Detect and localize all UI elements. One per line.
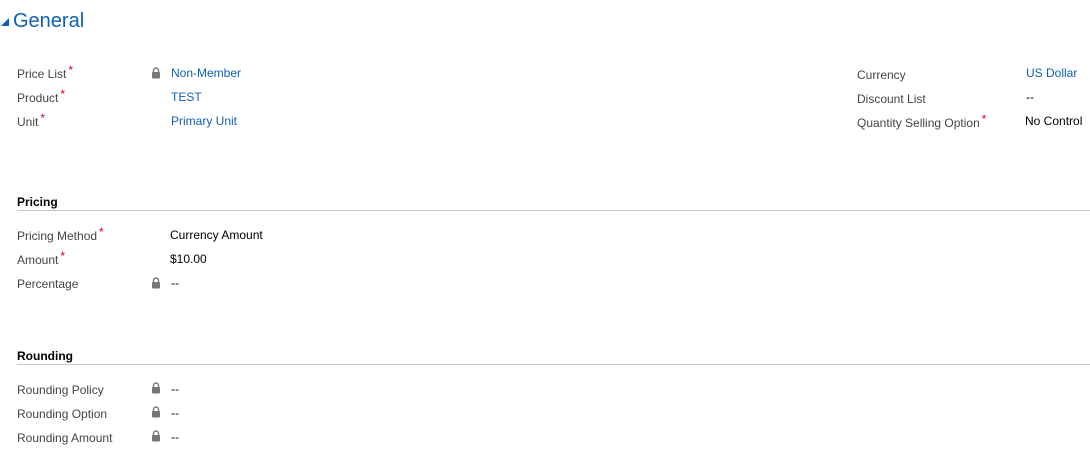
pricing-section-heading: Pricing	[17, 195, 58, 209]
rounding-amount-label: Rounding Amount	[17, 431, 113, 445]
required-indicator: *	[68, 63, 74, 77]
required-indicator: *	[40, 111, 46, 125]
required-indicator: *	[99, 225, 104, 239]
required-indicator: *	[981, 112, 987, 126]
currency-label: Currency	[857, 68, 906, 82]
currency-value-link[interactable]: US Dollar	[1026, 66, 1077, 80]
quantity-selling-option-label: Quantity Selling Option *	[857, 112, 987, 130]
price-list-value-link[interactable]: Non-Member	[171, 66, 241, 80]
collapse-caret-icon	[1, 17, 9, 26]
quantity-selling-option-value[interactable]: No Control	[1025, 114, 1082, 128]
pricing-method-value[interactable]: Currency Amount	[170, 228, 263, 242]
product-label: Product *	[17, 87, 66, 105]
percentage-label: Percentage	[17, 277, 79, 291]
general-section-toggle[interactable]: General	[1, 10, 84, 33]
rounding-divider	[17, 364, 1090, 365]
rounding-policy-value: --	[171, 382, 179, 396]
pricing-divider	[17, 210, 1090, 211]
rounding-option-value: --	[171, 406, 179, 420]
unit-value-link[interactable]: Primary Unit	[171, 114, 237, 128]
required-indicator: *	[60, 87, 66, 101]
rounding-option-label: Rounding Option	[17, 407, 108, 421]
lock-icon	[152, 277, 160, 289]
price-list-label: Price List *	[17, 63, 74, 81]
rounding-amount-value: --	[171, 430, 179, 444]
discount-list-value[interactable]: --	[1026, 90, 1034, 104]
discount-list-label: Discount List	[857, 92, 926, 106]
lock-icon	[152, 430, 160, 442]
percentage-value: --	[171, 276, 179, 290]
rounding-section-heading: Rounding	[17, 349, 73, 363]
lock-icon	[152, 406, 160, 418]
rounding-policy-label: Rounding Policy	[17, 383, 104, 397]
unit-label: Unit *	[17, 111, 46, 129]
lock-icon	[152, 382, 160, 394]
amount-value[interactable]: $10.00	[170, 252, 207, 266]
product-value-link[interactable]: TEST	[171, 90, 202, 104]
amount-label: Amount *	[17, 249, 66, 267]
lock-icon	[152, 67, 160, 79]
pricing-method-label: Pricing Method *	[17, 225, 104, 243]
general-section-title: General	[13, 10, 85, 32]
required-indicator: *	[60, 249, 66, 263]
